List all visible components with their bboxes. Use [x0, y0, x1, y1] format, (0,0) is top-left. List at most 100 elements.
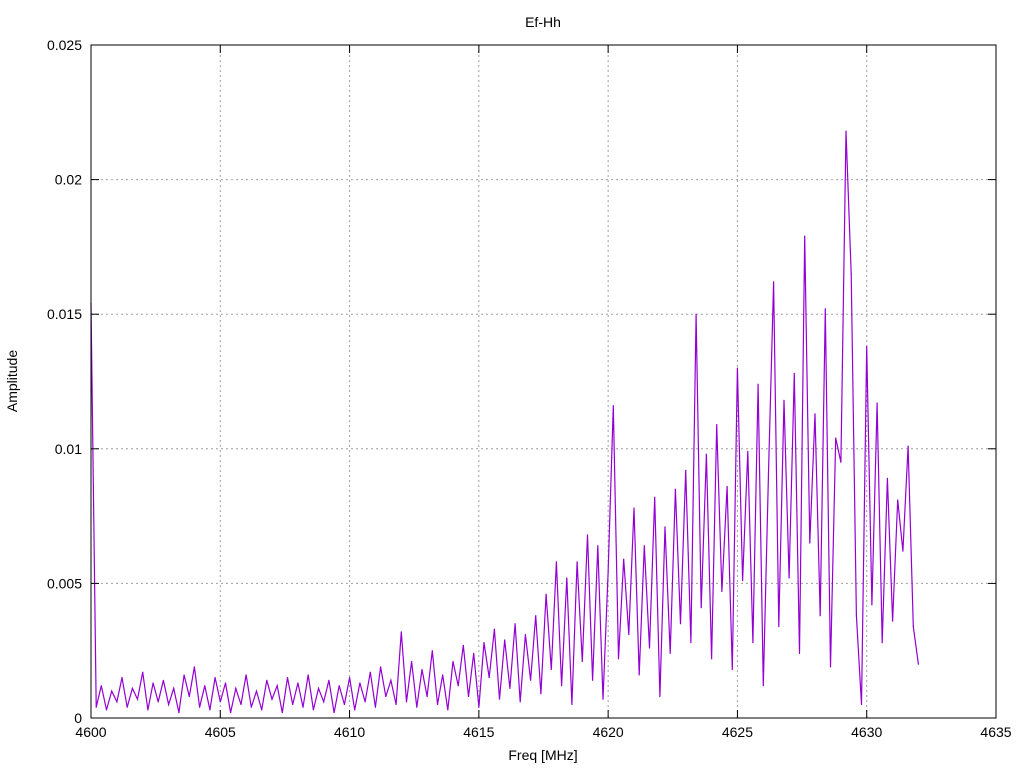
- data-point: [193, 666, 196, 668]
- data-point: [416, 706, 418, 708]
- data-point: [121, 677, 123, 679]
- data-point: [509, 687, 511, 689]
- data-point: [586, 534, 589, 536]
- data-point: [788, 577, 790, 579]
- data-point: [105, 709, 108, 711]
- data-point: [498, 698, 501, 700]
- data-point: [529, 679, 532, 681]
- data-point: [116, 701, 118, 703]
- data-point: [380, 666, 382, 668]
- data-point: [473, 652, 475, 654]
- data-point: [519, 701, 521, 703]
- data-point: [199, 706, 201, 708]
- data-point: [431, 650, 433, 652]
- data-point: [855, 615, 857, 617]
- x-tick-label: 4625: [722, 724, 753, 740]
- data-point: [540, 693, 542, 695]
- data-point: [545, 593, 547, 595]
- data-point: [685, 469, 687, 471]
- data-point: [597, 545, 599, 547]
- data-point: [354, 709, 356, 711]
- y-tick-label: 0.01: [55, 441, 82, 457]
- data-point: [695, 313, 697, 315]
- data-point: [664, 526, 666, 528]
- data-point: [643, 545, 645, 547]
- data-point: [710, 658, 713, 660]
- data-point: [607, 572, 609, 574]
- data-point: [167, 703, 170, 706]
- data-point: [628, 633, 630, 636]
- data-point: [385, 695, 387, 698]
- data-point: [369, 671, 371, 673]
- data-point: [886, 477, 889, 480]
- data-point: [690, 642, 692, 644]
- data-point: [783, 399, 785, 401]
- data-point: [126, 706, 128, 708]
- series-line: [90, 131, 919, 713]
- data-point: [524, 633, 527, 636]
- data-point: [400, 631, 402, 633]
- data-point: [364, 701, 366, 703]
- data-point: [395, 703, 397, 706]
- data-point: [359, 682, 361, 684]
- data-point: [747, 450, 749, 453]
- data-point: [328, 679, 330, 681]
- data-point: [742, 580, 744, 582]
- data-point: [897, 499, 899, 501]
- data-point: [705, 453, 708, 455]
- y-axis-label: Amplitude: [4, 350, 20, 412]
- data-point: [255, 690, 258, 692]
- data-point: [162, 679, 164, 681]
- data-point: [302, 706, 304, 708]
- data-point: [230, 712, 232, 714]
- y-tick-label: 0.025: [47, 37, 82, 53]
- data-point: [426, 695, 428, 698]
- data-point: [866, 345, 868, 348]
- x-tick-label: 4635: [980, 724, 1011, 740]
- data-point: [809, 542, 811, 544]
- data-point: [592, 679, 594, 681]
- data-point: [436, 703, 439, 706]
- data-point: [633, 507, 635, 509]
- data-point: [824, 308, 826, 310]
- x-axis-label: Freq [MHz]: [508, 747, 577, 763]
- data-point: [612, 405, 614, 407]
- data-point: [778, 625, 780, 628]
- data-point: [726, 485, 728, 488]
- data-point: [266, 679, 268, 681]
- data-point: [674, 488, 676, 490]
- data-point: [752, 642, 754, 644]
- y-tick-label: 0.015: [47, 306, 82, 322]
- data-point: [442, 674, 444, 676]
- data-point: [912, 625, 914, 628]
- data-point: [493, 628, 495, 630]
- data-point: [188, 695, 190, 698]
- y-tick-label: 0.005: [47, 575, 82, 591]
- data-point: [907, 445, 909, 447]
- data-point: [271, 698, 273, 700]
- data-point: [488, 677, 490, 679]
- data-point: [773, 281, 775, 283]
- data-point: [281, 712, 283, 714]
- data-point: [602, 698, 604, 700]
- data-point: [224, 682, 227, 684]
- data-point: [716, 423, 718, 426]
- data-point: [561, 685, 563, 687]
- data-point: [292, 703, 294, 706]
- data-point: [881, 642, 883, 644]
- data-point: [219, 701, 221, 703]
- data-point: [374, 706, 377, 708]
- data-point: [845, 130, 847, 132]
- chart-title: Ef-Hh: [525, 14, 561, 30]
- data-point: [131, 687, 133, 689]
- data-point: [819, 615, 821, 617]
- data-point: [566, 577, 568, 579]
- data-point: [235, 687, 237, 689]
- data-point: [850, 273, 852, 275]
- data-point: [757, 383, 759, 385]
- x-tick-label: 4605: [205, 724, 236, 740]
- y-tick-label: 0.02: [55, 172, 82, 188]
- data-point: [348, 677, 351, 679]
- data-point: [421, 668, 423, 671]
- data-point: [152, 682, 154, 684]
